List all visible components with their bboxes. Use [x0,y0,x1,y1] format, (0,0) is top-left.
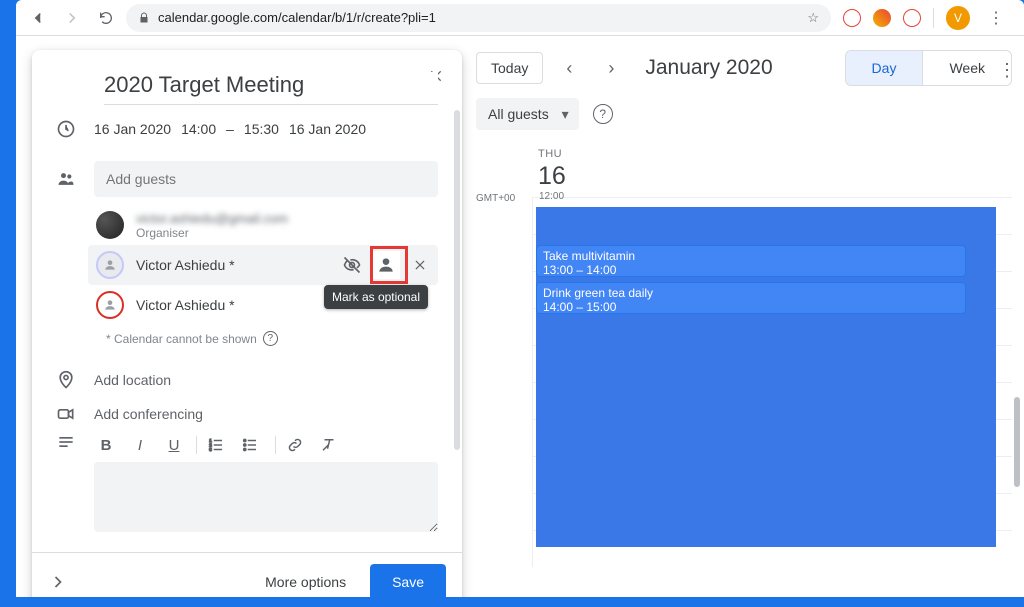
ext-icon-2[interactable] [873,9,891,27]
event-take-multivitamin[interactable]: Take multivitamin 13:00 – 14:00 [536,245,966,277]
browser-window: calendar.google.com/calendar/b/1/r/creat… [16,0,1024,597]
add-guests-input[interactable] [94,161,438,197]
clear-formatting-button[interactable] [320,436,344,454]
add-conferencing-button[interactable]: Add conferencing [94,406,203,422]
lock-icon [138,11,150,25]
end-time[interactable]: 15:30 [244,121,279,137]
guest1-name: Victor Ashiedu * [136,257,235,273]
more-menu-icon[interactable]: ⋮ [998,60,1016,81]
timezone-label: GMT+00 [476,193,515,204]
guest1-avatar [96,251,124,279]
start-date[interactable]: 16 Jan 2020 [94,121,171,137]
guest-row-2[interactable]: Victor Ashiedu * [88,285,438,325]
profile-avatar[interactable]: V [946,6,970,30]
end-date[interactable]: 16 Jan 2020 [289,121,366,137]
clock-icon [52,119,80,139]
expand-event-button[interactable] [48,572,68,592]
bookmark-star-icon[interactable]: ☆ [807,10,819,26]
browser-toolbar: calendar.google.com/calendar/b/1/r/creat… [16,0,1024,36]
address-bar[interactable]: calendar.google.com/calendar/b/1/r/creat… [126,4,831,32]
underline-button[interactable]: U [162,437,186,454]
forward-button[interactable] [58,4,86,32]
mark-optional-icon[interactable] [372,251,400,279]
event-quick-create-panel: 16 Jan 2020 14:00 – 15:30 16 Jan 2020 [32,50,462,597]
bullet-list-button[interactable] [241,436,265,454]
rich-text-toolbar: B I U 123 [94,432,438,462]
organiser-role: Organiser [136,226,288,240]
description-textarea[interactable] [94,462,438,532]
calendar-scrollbar[interactable] [1014,397,1020,487]
guest-row-1[interactable]: Victor Ashiedu * [88,245,438,285]
remove-guest-icon[interactable] [406,251,434,279]
location-icon [52,370,80,390]
numbered-list-button[interactable]: 123 [207,436,231,454]
browser-menu-icon[interactable]: ⋮ [982,4,1010,32]
svg-text:3: 3 [209,447,212,452]
ext-icon-1[interactable] [843,9,861,27]
next-day-button[interactable]: › [595,58,627,79]
ext-icon-3[interactable] [903,9,921,27]
calendar-hidden-note: * Calendar cannot be shown [106,332,257,346]
organiser-email: victor.ashiedu@gmail.com [136,211,288,226]
video-icon [52,404,80,424]
day-view-button[interactable]: Day [846,51,924,85]
event-title-input[interactable] [104,72,438,105]
calendar-title: January 2020 [645,56,772,80]
toolbar-divider [933,8,934,28]
guest-organiser[interactable]: victor.ashiedu@gmail.com Organiser [88,205,438,245]
event-drink-green-tea[interactable]: Drink green tea daily 14:00 – 15:00 [536,282,966,314]
back-button[interactable] [24,4,52,32]
people-icon [52,169,80,189]
guest-filter-dropdown[interactable]: All guests ▾ [476,98,579,130]
chevron-down-icon: ▾ [562,106,569,123]
save-button[interactable]: Save [370,564,446,598]
panel-scrollbar[interactable] [454,110,460,450]
start-time[interactable]: 14:00 [181,121,216,137]
reload-button[interactable] [92,4,120,32]
extension-icons: V ⋮ [837,4,1016,32]
view-toggle: Day Week [845,50,1012,86]
guest2-avatar [96,291,124,319]
day-number: 16 [538,162,1012,191]
help-icon[interactable]: ? [263,331,278,346]
day-of-week: THU [538,148,1012,160]
hour-grid[interactable]: GMT+00 12:00 13:00 14:00 15:00 16:00 17:… [476,197,1012,567]
guest2-name: Victor Ashiedu * [136,297,235,313]
prev-day-button[interactable]: ‹ [553,58,585,79]
bold-button[interactable]: B [94,437,118,454]
link-button[interactable] [286,436,310,454]
description-icon [52,432,80,452]
more-options-button[interactable]: More options [251,566,360,598]
calendar-day-view: ⋮ Today ‹ › January 2020 Day Week All gu… [476,44,1012,597]
hide-guest-icon[interactable] [338,251,366,279]
schedule-help-icon[interactable]: ? [593,104,613,124]
today-button[interactable]: Today [476,52,543,84]
add-location-button[interactable]: Add location [94,372,171,388]
url-text: calendar.google.com/calendar/b/1/r/creat… [158,10,436,25]
organiser-avatar [96,211,124,239]
italic-button[interactable]: I [128,437,152,454]
